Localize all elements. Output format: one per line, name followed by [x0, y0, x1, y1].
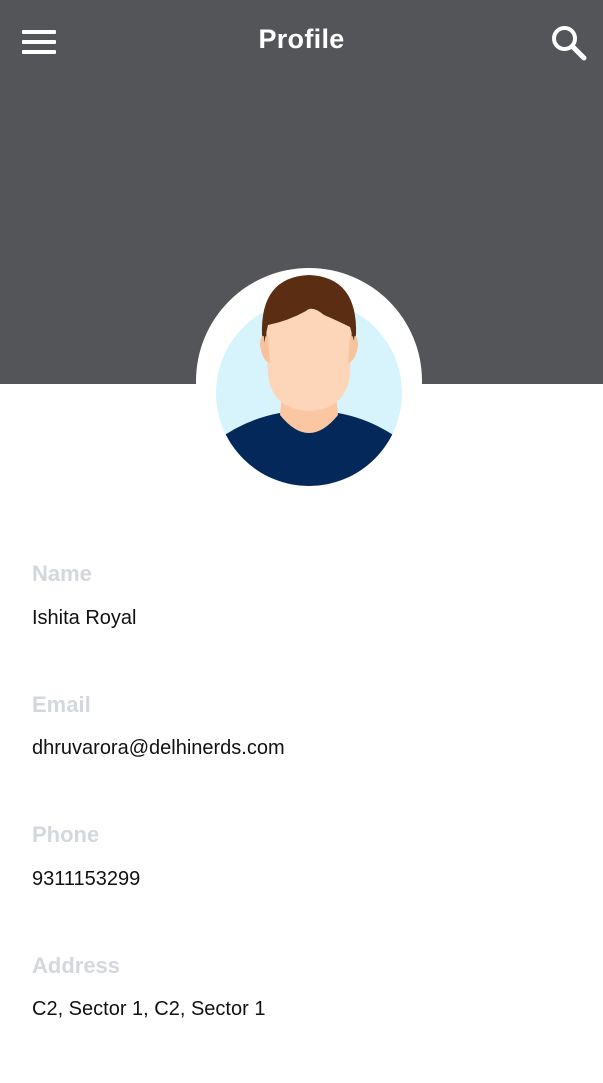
address-value: C2, Sector 1, C2, Sector 1	[32, 998, 266, 1020]
phone-label: Phone	[32, 822, 100, 847]
email-label: Email	[32, 692, 91, 717]
name-label: Name	[32, 561, 92, 586]
address-label: Address	[32, 953, 121, 978]
phone-value: 9311153299	[32, 868, 141, 890]
name-value: Ishita Royal	[32, 607, 137, 629]
page-title: Profile	[258, 24, 345, 54]
user-avatar-icon[interactable]	[216, 275, 402, 487]
email-value: dhruvarora@delhinerds.com	[32, 737, 285, 759]
search-icon[interactable]	[550, 24, 588, 62]
